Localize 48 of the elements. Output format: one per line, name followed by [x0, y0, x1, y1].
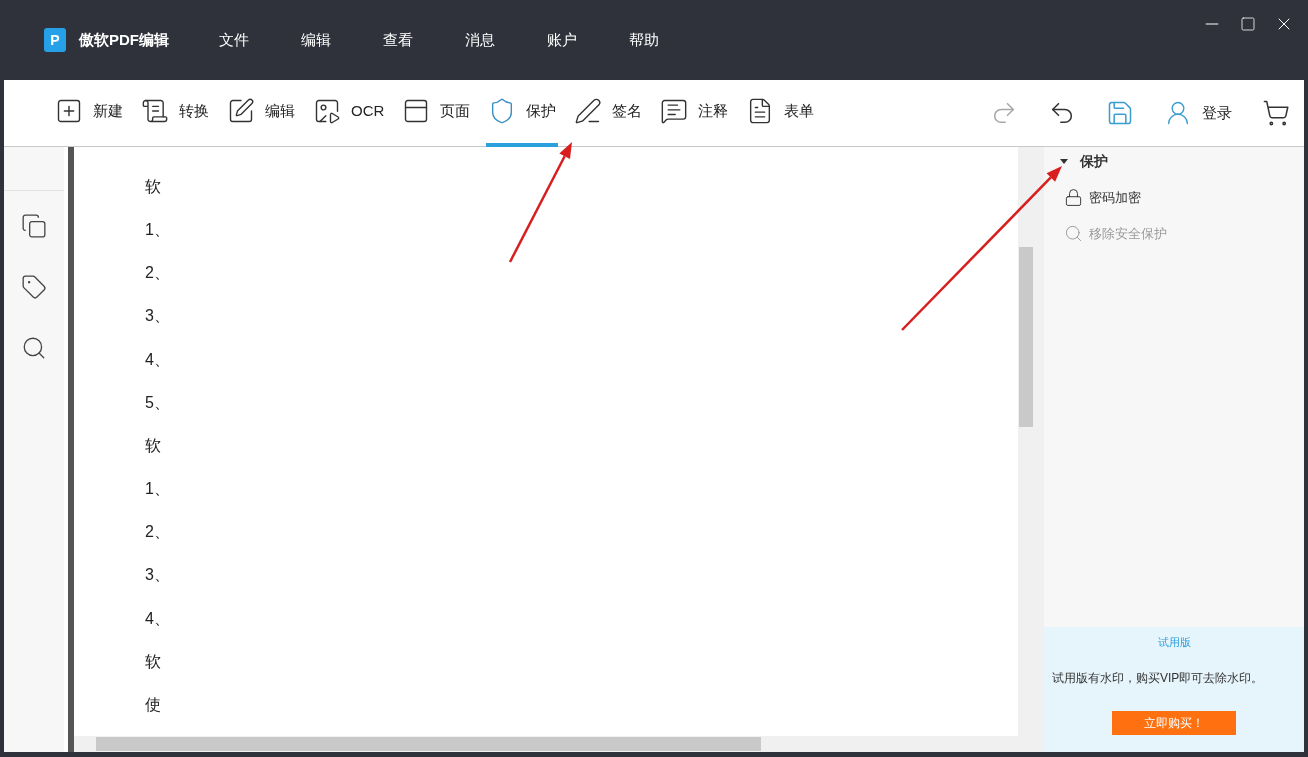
trial-title: 试用版 — [1157, 635, 1191, 650]
document-line: 4、 — [145, 349, 171, 370]
login-button[interactable]: 登录 — [1164, 99, 1232, 127]
document-line: 3、 — [145, 565, 171, 586]
document-line: 软 — [145, 435, 162, 456]
document-line: 1、 — [145, 220, 171, 241]
toolbar-tab[interactable]: 签名 — [572, 79, 645, 147]
pages-icon[interactable] — [21, 213, 47, 239]
menu-item[interactable]: 文件 — [193, 28, 275, 52]
document-line: 3、 — [145, 306, 171, 327]
document-line: 1、 — [145, 479, 171, 500]
scrollbar-thumb[interactable] — [96, 737, 761, 751]
panel-item[interactable]: 密码加密 — [1044, 188, 1304, 208]
trial-text: 试用版有水印，购买VIP即可去除水印。 — [1051, 669, 1264, 687]
tag-icon[interactable] — [21, 274, 47, 300]
toolbar-tab[interactable]: 表单 — [744, 79, 817, 147]
menu-item[interactable]: 查看 — [357, 28, 439, 52]
menu-item[interactable]: 帮助 — [603, 28, 685, 52]
horizontal-scrollbar[interactable] — [74, 736, 1034, 752]
document-line: 软 — [145, 651, 162, 672]
scrollbar-thumb[interactable] — [1019, 247, 1033, 427]
toolbar-tab[interactable]: OCR — [311, 79, 387, 147]
document-line: 2、 — [145, 263, 171, 284]
save-icon[interactable] — [1106, 99, 1134, 127]
document-line: 软 — [145, 177, 162, 197]
search-icon[interactable] — [21, 335, 47, 361]
pen-icon — [574, 97, 603, 125]
document-line: 4、 — [145, 608, 171, 629]
menu-item[interactable]: 消息 — [439, 28, 521, 52]
toolbar-tab[interactable]: 新建 — [53, 79, 125, 147]
speech-bubble-icon — [660, 97, 689, 125]
search-icon — [1064, 223, 1083, 243]
document-line: 2、 — [145, 522, 171, 543]
lock-icon — [1064, 188, 1083, 208]
toolbar-tab[interactable]: 注释 — [658, 79, 731, 147]
toolbar-tab[interactable]: 编辑 — [225, 79, 297, 147]
app-title: 傲软PDF编辑 — [79, 29, 169, 50]
toolbar-tab[interactable]: 转换 — [139, 79, 211, 147]
document-line: 使 — [145, 694, 162, 715]
cart-icon[interactable] — [1262, 99, 1290, 127]
plus-square-icon — [55, 97, 83, 125]
app-logo: P — [44, 28, 66, 52]
maximize-icon[interactable] — [1240, 16, 1256, 32]
menu-item[interactable]: 账户 — [521, 28, 603, 52]
document-line: 5、 — [145, 392, 171, 413]
menu-item[interactable]: 编辑 — [275, 28, 357, 52]
toolbar-tab[interactable]: 页面 — [400, 79, 473, 147]
pen-square-icon — [227, 97, 255, 125]
